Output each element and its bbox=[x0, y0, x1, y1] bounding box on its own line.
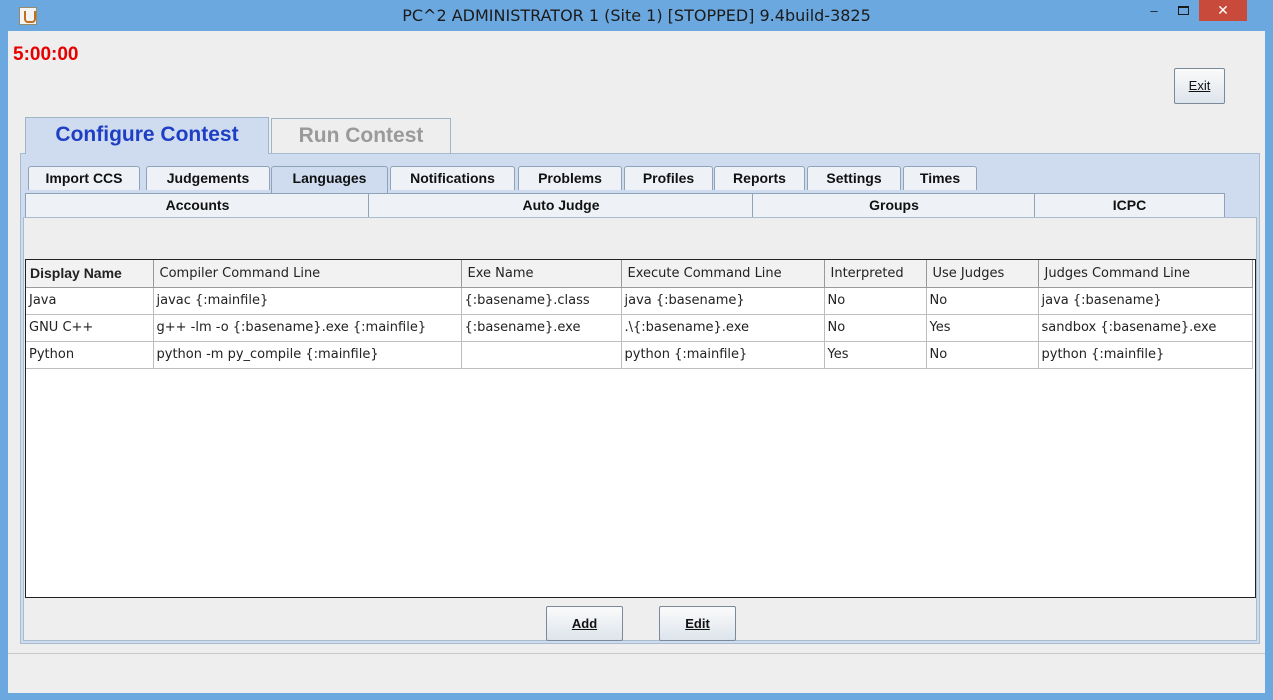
cell-judges-command: python {:mainfile} bbox=[1038, 341, 1253, 369]
cell-exe-name bbox=[461, 341, 622, 369]
cell-execute-command: .\{:basename}.exe bbox=[621, 314, 825, 342]
tab-notifications[interactable]: Notifications bbox=[390, 166, 515, 190]
column-header-display-name[interactable]: Display Name bbox=[26, 260, 154, 288]
maximize-icon bbox=[1177, 6, 1189, 15]
edit-label: Edit bbox=[685, 616, 710, 631]
table-row[interactable]: GNU C++ g++ -lm -o {:basename}.exe {:mai… bbox=[26, 314, 1253, 342]
window-title: PC^2 ADMINISTRATOR 1 (Site 1) [STOPPED] … bbox=[402, 6, 871, 25]
cell-compiler-command: javac {:mainfile} bbox=[153, 287, 462, 315]
cell-use-judges: Yes bbox=[926, 314, 1039, 342]
tab-times[interactable]: Times bbox=[903, 166, 977, 190]
tab-icpc[interactable]: ICPC bbox=[1034, 193, 1225, 217]
tab-profiles[interactable]: Profiles bbox=[624, 166, 713, 190]
languages-table[interactable]: Display Name Compiler Command Line Exe N… bbox=[25, 259, 1256, 598]
cell-display-name: Python bbox=[26, 341, 154, 369]
tab-groups[interactable]: Groups bbox=[752, 193, 1036, 217]
column-header-judges-command-line[interactable]: Judges Command Line bbox=[1038, 260, 1253, 288]
cell-exe-name: {:basename}.class bbox=[461, 287, 622, 315]
cell-execute-command: python {:mainfile} bbox=[621, 341, 825, 369]
exit-label: Exit bbox=[1188, 78, 1211, 93]
cell-compiler-command: g++ -lm -o {:basename}.exe {:mainfile} bbox=[153, 314, 462, 342]
maximize-button[interactable] bbox=[1170, 0, 1196, 21]
contest-timer: 5:00:00 bbox=[13, 44, 79, 65]
add-button[interactable]: Add bbox=[546, 606, 623, 641]
tab-judgements[interactable]: Judgements bbox=[146, 166, 270, 190]
minimize-button[interactable]: – bbox=[1141, 0, 1167, 21]
edit-button[interactable]: Edit bbox=[659, 606, 736, 641]
cell-use-judges: No bbox=[926, 287, 1039, 315]
table-header-row: Display Name Compiler Command Line Exe N… bbox=[26, 260, 1253, 288]
cell-display-name: GNU C++ bbox=[26, 314, 154, 342]
cell-interpreted: No bbox=[824, 287, 927, 315]
tab-problems[interactable]: Problems bbox=[518, 166, 622, 190]
add-label: Add bbox=[571, 616, 598, 631]
cell-exe-name: {:basename}.exe bbox=[461, 314, 622, 342]
tab-languages[interactable]: Languages bbox=[271, 166, 388, 194]
column-header-interpreted[interactable]: Interpreted bbox=[824, 260, 927, 288]
cell-execute-command: java {:basename} bbox=[621, 287, 825, 315]
tab-reports[interactable]: Reports bbox=[714, 166, 805, 190]
tab-import-ccs[interactable]: Import CCS bbox=[28, 166, 140, 190]
exit-button[interactable]: Exit bbox=[1174, 68, 1225, 104]
cell-judges-command: sandbox {:basename}.exe bbox=[1038, 314, 1253, 342]
cell-judges-command: java {:basename} bbox=[1038, 287, 1253, 315]
cell-display-name: Java bbox=[26, 287, 154, 315]
cell-compiler-command: python -m py_compile {:mainfile} bbox=[153, 341, 462, 369]
column-header-execute-command-line[interactable]: Execute Command Line bbox=[621, 260, 825, 288]
cell-interpreted: Yes bbox=[824, 341, 927, 369]
status-bar bbox=[8, 653, 1265, 693]
table-row[interactable]: Python python -m py_compile {:mainfile} … bbox=[26, 341, 1253, 369]
table-row[interactable]: Java javac {:mainfile} {:basename}.class… bbox=[26, 287, 1253, 315]
cell-interpreted: No bbox=[824, 314, 927, 342]
column-header-compiler-command-line[interactable]: Compiler Command Line bbox=[153, 260, 462, 288]
column-header-exe-name[interactable]: Exe Name bbox=[461, 260, 622, 288]
column-header-use-judges[interactable]: Use Judges bbox=[926, 260, 1039, 288]
tab-accounts[interactable]: Accounts bbox=[25, 193, 370, 217]
cell-use-judges: No bbox=[926, 341, 1039, 369]
tab-settings[interactable]: Settings bbox=[807, 166, 901, 190]
tab-configure-contest[interactable]: Configure Contest bbox=[25, 117, 269, 154]
tab-auto-judge[interactable]: Auto Judge bbox=[368, 193, 754, 217]
title-bar[interactable]: PC^2 ADMINISTRATOR 1 (Site 1) [STOPPED] … bbox=[0, 0, 1273, 31]
tab-run-contest[interactable]: Run Contest bbox=[271, 118, 451, 153]
close-button[interactable]: ✕ bbox=[1199, 0, 1247, 21]
